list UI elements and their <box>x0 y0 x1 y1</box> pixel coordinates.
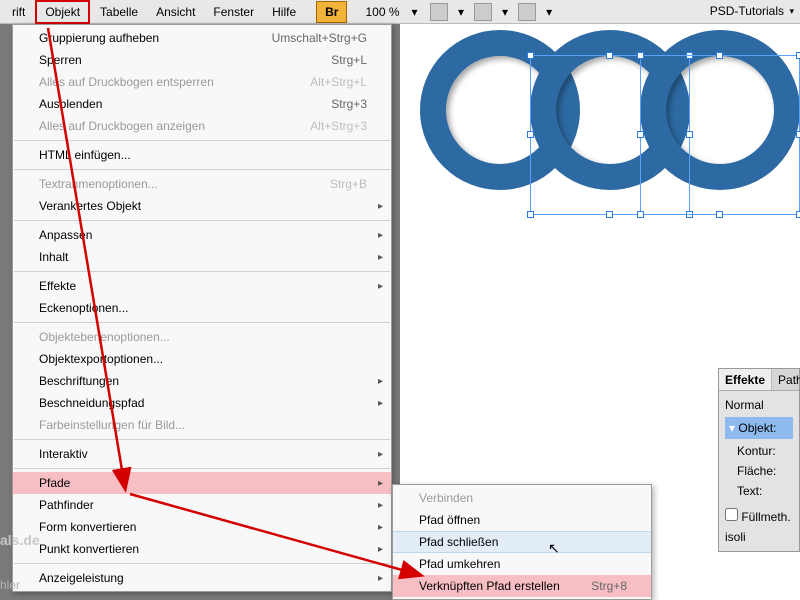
submenu-item-pfad-umkehren[interactable]: Pfad umkehren <box>393 553 651 575</box>
submenu-item-verbinden: Verbinden <box>393 487 651 509</box>
menu-separator <box>14 563 390 564</box>
panel-object-row[interactable]: ▾ Objekt: <box>725 417 793 439</box>
effects-panel: Effekte Path Normal ▾ Objekt: Kontur: Fl… <box>718 368 800 552</box>
menu-separator <box>14 271 390 272</box>
menu-item-farbeinstellungen-f-r-bild: Farbeinstellungen für Bild... <box>13 414 391 436</box>
menubar-item-fenster[interactable]: Fenster <box>205 2 262 22</box>
menubar: rift Objekt Tabelle Ansicht Fenster Hilf… <box>0 0 800 24</box>
menu-separator <box>14 439 390 440</box>
menu-separator <box>14 468 390 469</box>
panel-flaeche[interactable]: Fläche: <box>725 461 793 481</box>
menu-item-objektexportoptionen[interactable]: Objektexportoptionen... <box>13 348 391 370</box>
menu-item-html-einf-gen[interactable]: HTML einfügen... <box>13 144 391 166</box>
menu-item-punkt-konvertieren[interactable]: Punkt konvertieren <box>13 538 391 560</box>
menu-item-alles-auf-druckbogen-anzeigen: Alles auf Druckbogen anzeigenAlt+Strg+3 <box>13 115 391 137</box>
menu-item-ausblenden[interactable]: AusblendenStrg+3 <box>13 93 391 115</box>
brand-label[interactable]: PSD-Tutorials <box>710 4 784 18</box>
brand-dropdown-icon[interactable]: ▾ <box>789 6 794 17</box>
dropdown-icon[interactable]: ▾ <box>502 5 508 19</box>
panel-tabs: Effekte Path <box>719 369 799 391</box>
menu-item-pathfinder[interactable]: Pathfinder <box>13 494 391 516</box>
dropdown-icon[interactable]: ▾ <box>458 5 464 19</box>
menu-item-beschneidungspfad[interactable]: Beschneidungspfad <box>13 392 391 414</box>
bridge-icon[interactable]: Br <box>316 1 347 23</box>
cursor-icon: ↖ <box>548 540 562 558</box>
arrange-icon[interactable] <box>518 3 536 21</box>
menubar-item-hilfe[interactable]: Hilfe <box>264 2 304 22</box>
menubar-item-ansicht[interactable]: Ansicht <box>148 2 203 22</box>
menu-item-inhalt[interactable]: Inhalt <box>13 246 391 268</box>
menu-item-gruppierung-aufheben[interactable]: Gruppierung aufhebenUmschalt+Strg+G <box>13 27 391 49</box>
submenu-item-pfad-ffnen[interactable]: Pfad öffnen <box>393 509 651 531</box>
dropdown-icon[interactable]: ▾ <box>546 5 552 19</box>
menubar-item-rift[interactable]: rift <box>4 2 33 22</box>
fill-isolate-checkbox[interactable] <box>725 508 738 521</box>
screen-mode-icon[interactable] <box>430 3 448 21</box>
menu-item-verankertes-objekt[interactable]: Verankertes Objekt <box>13 195 391 217</box>
tab-path[interactable]: Path <box>772 369 800 390</box>
panel-text[interactable]: Text: <box>725 481 793 501</box>
view-options-icon[interactable] <box>474 3 492 21</box>
pfade-submenu: VerbindenPfad öffnenPfad schließenPfad u… <box>392 484 652 600</box>
submenu-item-pfad-schlie-en[interactable]: Pfad schließen <box>393 531 651 553</box>
menu-item-alles-auf-druckbogen-entsperren: Alles auf Druckbogen entsperrenAlt+Strg+… <box>13 71 391 93</box>
menu-item-sperren[interactable]: SperrenStrg+L <box>13 49 391 71</box>
menu-separator <box>14 169 390 170</box>
menu-item-eckenoptionen[interactable]: Eckenoptionen... <box>13 297 391 319</box>
menu-item-objektebenenoptionen: Objektebenenoptionen... <box>13 326 391 348</box>
menu-separator <box>14 220 390 221</box>
submenu-item-verkn-pften-pfad-erstellen[interactable]: Verknüpften Pfad erstellenStrg+8 <box>393 575 651 597</box>
selection-bbox-2[interactable] <box>640 55 800 215</box>
menu-separator <box>14 140 390 141</box>
menu-separator <box>14 322 390 323</box>
zoom-dropdown-icon[interactable]: ▾ <box>412 5 418 19</box>
menubar-item-tabelle[interactable]: Tabelle <box>92 2 146 22</box>
watermark-text-2: hler <box>0 578 20 592</box>
menu-item-effekte[interactable]: Effekte <box>13 275 391 297</box>
zoom-level[interactable]: 100 % <box>357 2 407 22</box>
menu-item-interaktiv[interactable]: Interaktiv <box>13 443 391 465</box>
menu-item-anzeigeleistung[interactable]: Anzeigeleistung <box>13 567 391 589</box>
objekt-menu: Gruppierung aufhebenUmschalt+Strg+GSperr… <box>12 24 392 592</box>
panel-kontur[interactable]: Kontur: <box>725 441 793 461</box>
menu-item-beschriftungen[interactable]: Beschriftungen <box>13 370 391 392</box>
menu-item-pfade[interactable]: Pfade <box>13 472 391 494</box>
tab-effekte[interactable]: Effekte <box>719 369 772 390</box>
watermark-text-1: als.de <box>0 532 40 548</box>
menu-item-anpassen[interactable]: Anpassen <box>13 224 391 246</box>
menu-item-form-konvertieren[interactable]: Form konvertieren <box>13 516 391 538</box>
menu-item-textrahmenoptionen: Textrahmenoptionen...Strg+B <box>13 173 391 195</box>
menubar-item-objekt[interactable]: Objekt <box>35 0 90 24</box>
blend-mode[interactable]: Normal <box>725 395 793 415</box>
